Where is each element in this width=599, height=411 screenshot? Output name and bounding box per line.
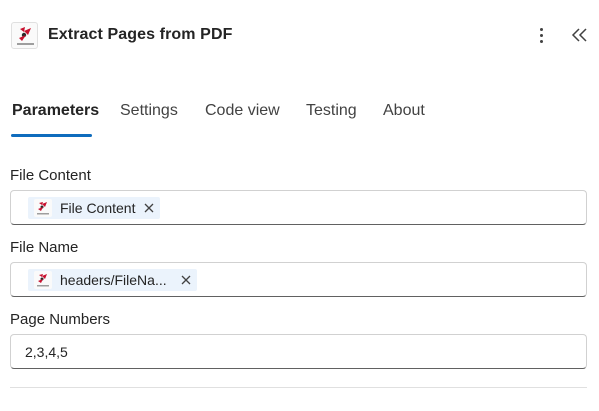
api4ai-logo-icon bbox=[34, 271, 52, 289]
more-options-button[interactable] bbox=[530, 24, 552, 46]
more-vertical-icon-dot bbox=[539, 33, 543, 37]
api4ai-logo-icon bbox=[11, 22, 38, 49]
api4ai-logo-icon bbox=[34, 199, 52, 217]
file-content-token[interactable]: File Content bbox=[28, 197, 161, 219]
active-tab-indicator bbox=[11, 134, 92, 137]
tab-code-view[interactable]: Code view bbox=[205, 102, 280, 120]
token-label: File Content bbox=[60, 200, 136, 216]
close-icon[interactable] bbox=[144, 203, 154, 213]
file-name-token[interactable]: headers/FileNa... bbox=[28, 269, 197, 291]
file-name-label: File Name bbox=[10, 239, 79, 256]
page-numbers-input[interactable]: 2,3,4,5 bbox=[10, 334, 587, 369]
tab-testing[interactable]: Testing bbox=[306, 102, 357, 120]
more-vertical-icon bbox=[539, 27, 543, 31]
page-title: Extract Pages from PDF bbox=[48, 26, 233, 43]
divider bbox=[10, 387, 587, 388]
file-name-field[interactable]: headers/FileNa... bbox=[10, 262, 587, 297]
tab-about[interactable]: About bbox=[383, 102, 425, 120]
page-numbers-value: 2,3,4,5 bbox=[25, 344, 68, 360]
file-content-label: File Content bbox=[10, 167, 91, 184]
collapse-panel-button[interactable] bbox=[570, 24, 590, 46]
close-icon[interactable] bbox=[181, 275, 191, 285]
file-content-field[interactable]: File Content bbox=[10, 190, 587, 225]
tab-parameters[interactable]: Parameters bbox=[12, 102, 99, 120]
more-vertical-icon-dot bbox=[539, 39, 543, 43]
double-chevron-left-icon bbox=[571, 28, 587, 42]
tab-bar: Parameters Settings Code view Testing Ab… bbox=[0, 90, 599, 138]
page-numbers-label: Page Numbers bbox=[10, 311, 111, 328]
token-label: headers/FileNa... bbox=[60, 272, 167, 288]
tab-settings[interactable]: Settings bbox=[120, 102, 178, 120]
panel-header: Extract Pages from PDF bbox=[0, 0, 599, 72]
